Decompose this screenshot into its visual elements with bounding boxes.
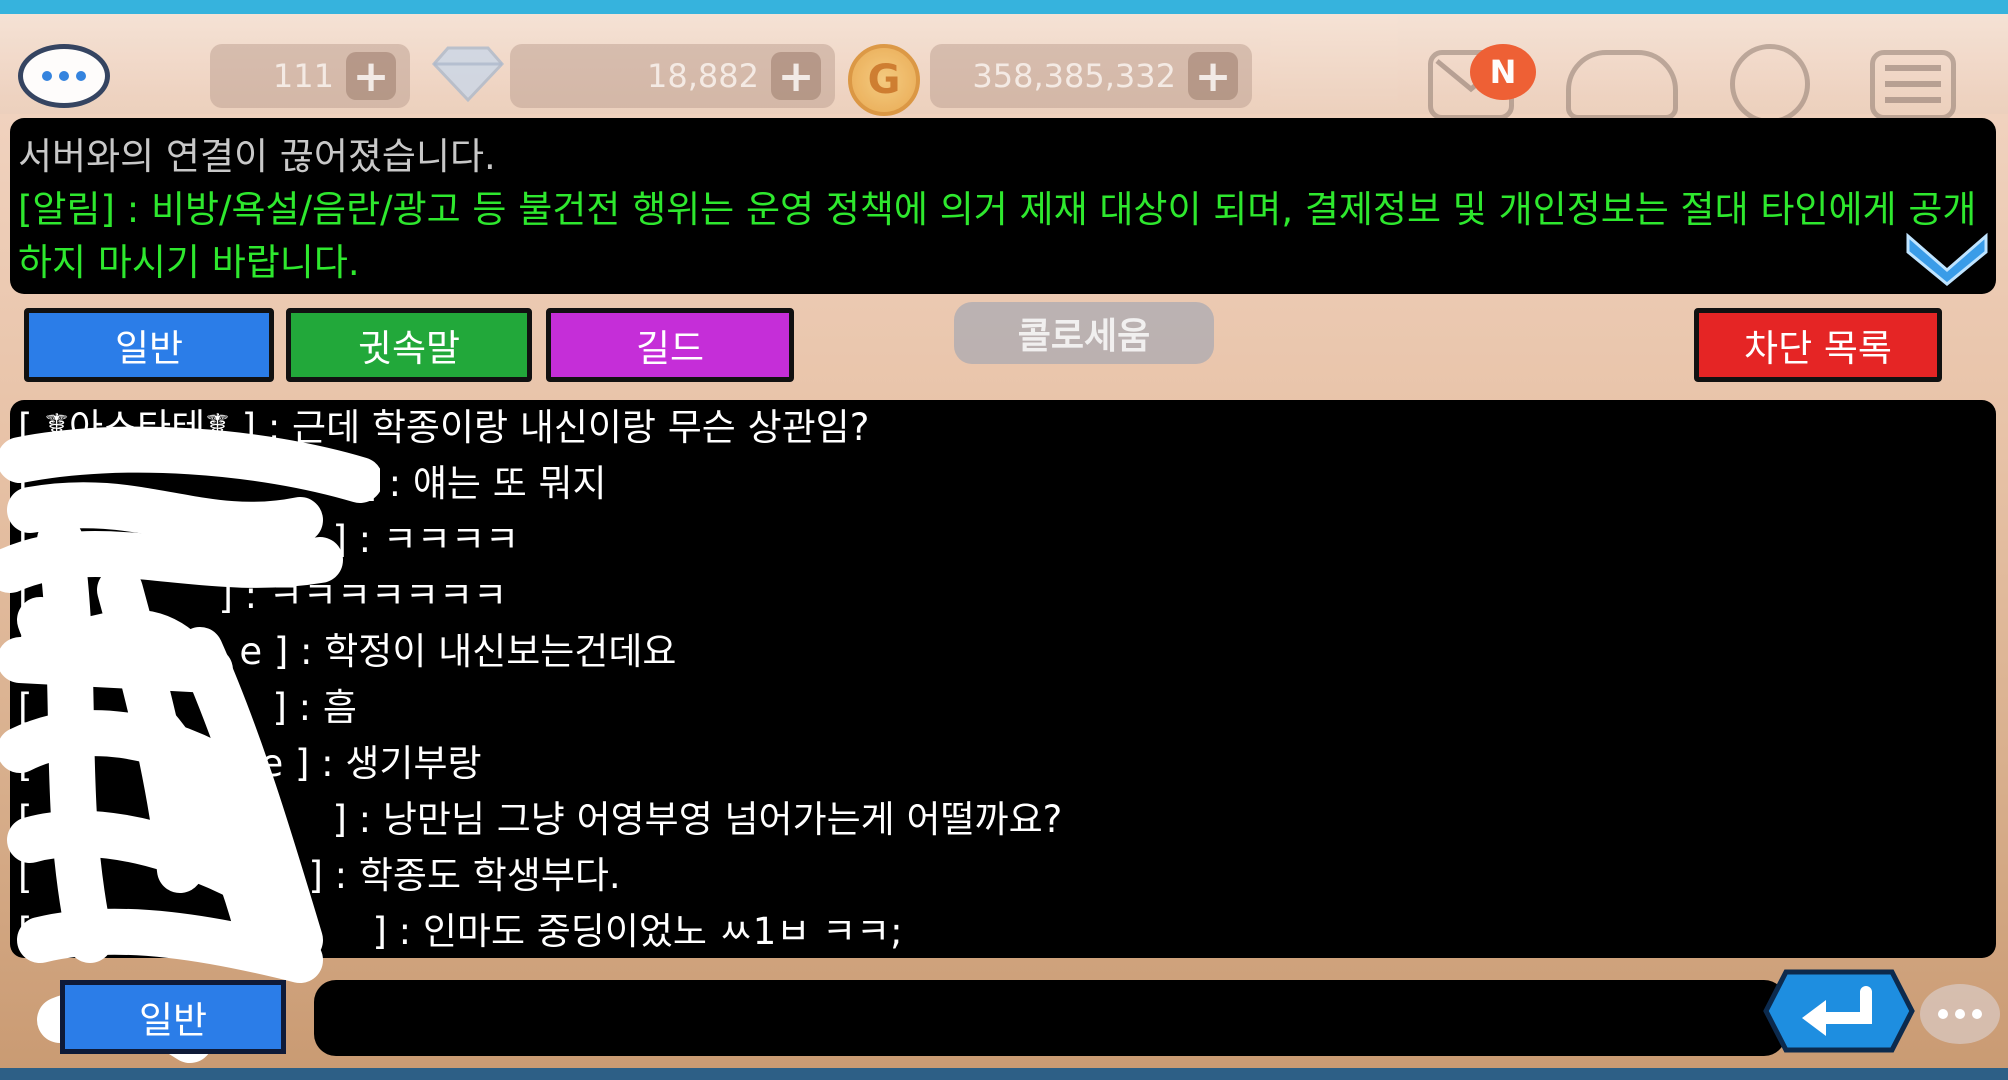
mail-new-badge: N <box>1470 44 1536 100</box>
notice-panel: 서버와의 연결이 끊어졌습니다. [알림] : 비방/욕설/음란/광고 등 불건… <box>10 118 1996 294</box>
gems-value: 18,882 <box>647 57 759 95</box>
gold-value: 358,385,332 <box>972 57 1176 95</box>
gem-icon <box>431 46 505 103</box>
channel-tabs: 일반 귓속말 길드 콜로세움 차단 목록 <box>0 296 2008 396</box>
gems-counter: 18,882 + <box>510 44 835 108</box>
block-list-button[interactable]: 차단 목록 <box>1694 308 1942 382</box>
tab-general[interactable]: 일반 <box>24 308 274 382</box>
hearts-counter: 111 + <box>210 44 410 108</box>
top-hud: 111 + 18,882 + G 358,385,332 + N <box>0 14 2008 124</box>
alert-message: [알림] : 비방/욕설/음란/광고 등 불건전 행위는 운영 정책에 의거 제… <box>18 188 1977 284</box>
farm-icon[interactable] <box>1566 50 1678 120</box>
bottom-border <box>0 1068 2008 1080</box>
hearts-value: 111 <box>272 57 334 95</box>
chat-input-bar: 일반 <box>0 966 2008 1080</box>
chat-bubble-icon[interactable] <box>18 44 110 108</box>
add-gems-button[interactable]: + <box>771 51 821 102</box>
tab-guild[interactable]: 길드 <box>546 308 794 382</box>
compass-icon[interactable] <box>1730 44 1810 124</box>
channel-select-button[interactable]: 일반 <box>60 980 286 1054</box>
chat-input[interactable] <box>314 980 1786 1056</box>
add-gold-button[interactable]: + <box>1188 51 1238 102</box>
chevron-down-icon[interactable] <box>1904 230 1990 286</box>
tab-whisper[interactable]: 귓속말 <box>286 308 532 382</box>
top-border <box>0 0 2008 14</box>
colosseum-banner: 콜로세움 <box>954 302 1214 364</box>
send-enter-icon[interactable] <box>1762 966 1916 1056</box>
gold-coin-icon: G <box>848 44 920 116</box>
gold-counter: 358,385,332 + <box>930 44 1252 108</box>
menu-icon[interactable] <box>1870 50 1956 120</box>
chat-bubble-icon[interactable] <box>1920 984 2000 1044</box>
add-hearts-button[interactable]: + <box>346 51 396 102</box>
system-message: 서버와의 연결이 끊어졌습니다. <box>18 135 496 178</box>
